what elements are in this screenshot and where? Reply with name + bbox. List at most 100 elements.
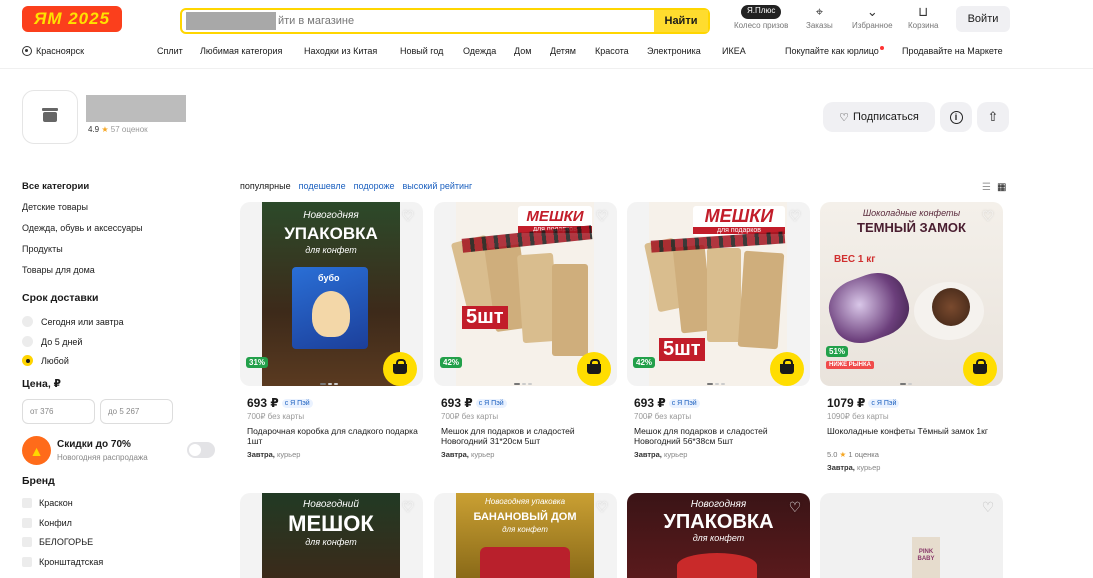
- product-title[interactable]: Подарочная коробка для сладкого подарка …: [247, 426, 425, 446]
- product-card[interactable]: Новогодняя УПАКОВКА для конфет ♡: [627, 493, 810, 578]
- favorite-heart-icon[interactable]: ♡: [593, 499, 611, 515]
- product-title[interactable]: Мешок для подарков и сладостей Новогодни…: [634, 426, 812, 446]
- grid-view-icon[interactable]: ▦: [997, 182, 1006, 193]
- product-card[interactable]: Новогодняя УПАКОВКА для конфет бубо ♡ 31…: [240, 202, 423, 462]
- product-artwork: Новогодний МЕШОК для конфет: [262, 493, 400, 578]
- brand-checkbox-kraskon[interactable]: Краскон: [22, 498, 73, 508]
- wheel-of-prizes[interactable]: Я.Плюс Колесо призов: [734, 3, 788, 30]
- delivery-method: курьер: [276, 450, 301, 459]
- nav-item-favorite-category[interactable]: Любимая категория: [200, 46, 282, 56]
- sort-pricier[interactable]: подороже: [354, 181, 395, 191]
- category-clothes[interactable]: Одежда, обувь и аксессуары: [22, 223, 143, 233]
- house-box-art: [480, 547, 570, 578]
- product-card[interactable]: МЕШКИ для подарков 5шт ♡ 42% 693 ₽с Я Пэ…: [434, 202, 617, 462]
- share-button[interactable]: ⇧: [977, 102, 1009, 132]
- basket-icon: [780, 359, 794, 374]
- favorite-heart-icon[interactable]: ♡: [786, 499, 804, 515]
- add-to-cart-button[interactable]: [577, 352, 611, 386]
- favorite-heart-icon[interactable]: ♡: [786, 208, 804, 224]
- add-to-cart-button[interactable]: [770, 352, 804, 386]
- delivery-day: Завтра,: [247, 450, 275, 459]
- info-button[interactable]: i: [940, 102, 972, 132]
- favorite-heart-icon[interactable]: ♡: [593, 208, 611, 224]
- star-icon: ★: [101, 125, 109, 134]
- delivery-option-today[interactable]: Сегодня или завтра: [22, 316, 124, 327]
- location-selector[interactable]: Красноярск: [22, 46, 84, 56]
- product-image[interactable]: МЕШКИ для подарков 5шт ♡ 42%: [627, 202, 810, 386]
- login-button[interactable]: Войти: [956, 6, 1010, 32]
- market-logo[interactable]: ЯМ 2025: [22, 6, 122, 32]
- product-card[interactable]: Новогодний МЕШОК для конфет ♡: [240, 493, 423, 578]
- product-image[interactable]: PINK BABY ♡: [820, 493, 1003, 578]
- product-card[interactable]: PINK BABY ♡: [820, 493, 1003, 578]
- product-card[interactable]: Новогодняя упаковка БАНАНОВЫЙ ДОМ для ко…: [434, 493, 617, 578]
- nav-item-ikea[interactable]: ИКЕА: [722, 46, 746, 56]
- nav-item-new-year[interactable]: Новый год: [400, 46, 443, 56]
- product-title[interactable]: Шоколадные конфеты Тёмный замок 1кг: [827, 426, 1005, 436]
- favorite-heart-icon[interactable]: ♡: [979, 499, 997, 515]
- subscribe-button[interactable]: ♡ Подписаться: [823, 102, 935, 132]
- product-image[interactable]: МЕШКИ для подарков 5шт ♡ 42%: [434, 202, 617, 386]
- shop-avatar[interactable]: [22, 90, 78, 144]
- category-kids[interactable]: Детские товары: [22, 202, 88, 212]
- delivery-info: Завтра, курьер: [441, 450, 494, 459]
- nav-item-electronics[interactable]: Электроника: [647, 46, 701, 56]
- chocolate-art: [932, 288, 970, 326]
- pager-dot: [908, 383, 912, 385]
- sale-toggle-row[interactable]: ▲ Скидки до 70% Новогодняя распродажа: [22, 436, 216, 466]
- favorite-heart-icon[interactable]: ♡: [979, 208, 997, 224]
- category-home[interactable]: Товары для дома: [22, 265, 95, 275]
- price-to-input[interactable]: до 5 267: [100, 399, 173, 424]
- orders-link[interactable]: ⌖ Заказы: [806, 3, 833, 30]
- old-price: 1090₽ без карты: [827, 412, 889, 421]
- nav-sell-link[interactable]: Продавайте на Маркете: [902, 46, 1003, 56]
- brand-checkbox-belogorye[interactable]: БЕЛОГОРЬЕ: [22, 537, 93, 547]
- product-title[interactable]: Мешок для подарков и сладостей Новогодни…: [441, 426, 619, 446]
- checkbox-icon: [22, 557, 32, 567]
- delivery-option-label: До 5 дней: [41, 336, 83, 347]
- delivery-option-5days[interactable]: До 5 дней: [22, 336, 82, 347]
- add-to-cart-button[interactable]: [383, 352, 417, 386]
- nav-item-kids[interactable]: Детям: [550, 46, 576, 56]
- nav-item-china[interactable]: Находки из Китая: [304, 46, 377, 56]
- art-text-big: PINK BABY: [917, 549, 935, 562]
- favorite-heart-icon[interactable]: ♡: [399, 499, 417, 515]
- search-button[interactable]: Найти: [654, 10, 708, 32]
- nav-business-link[interactable]: Покупайте как юрлицо: [785, 46, 884, 56]
- product-price: 693 ₽ с Я Пэй: [634, 396, 700, 410]
- product-card[interactable]: МЕШКИ для подарков 5шт ♡ 42% 693 ₽с Я Пэ…: [627, 202, 810, 462]
- sale-title: Скидки до 70%: [57, 439, 131, 450]
- favorites-link[interactable]: ⌄ Избранное: [852, 3, 893, 30]
- product-image[interactable]: Новогодняя УПАКОВКА для конфет бубо ♡ 31…: [240, 202, 423, 386]
- sort-popular[interactable]: популярные: [240, 181, 291, 191]
- favorite-heart-icon[interactable]: ♡: [399, 208, 417, 224]
- list-view-icon[interactable]: ☰: [982, 182, 991, 193]
- product-image[interactable]: Новогодняя УПАКОВКА для конфет ♡: [627, 493, 810, 578]
- add-to-cart-button[interactable]: [963, 352, 997, 386]
- nav-item-beauty[interactable]: Красота: [595, 46, 629, 56]
- brand-checkbox-kronshtadt[interactable]: Кронштадтская: [22, 557, 103, 567]
- nav-item-split[interactable]: Сплит: [157, 46, 183, 56]
- delivery-option-label: Сегодня или завтра: [41, 316, 124, 327]
- cart-link[interactable]: ⊔ Корзина: [908, 3, 938, 30]
- location-pin-icon: [22, 46, 32, 56]
- category-food[interactable]: Продукты: [22, 244, 63, 254]
- all-categories-link[interactable]: Все категории: [22, 181, 89, 192]
- product-rating: 5.0 ★ 1 оценка: [827, 450, 879, 459]
- sort-cheaper[interactable]: подешевле: [299, 181, 346, 191]
- product-image[interactable]: Новогодний МЕШОК для конфет ♡: [240, 493, 423, 578]
- delivery-method: курьер: [856, 463, 881, 472]
- sort-rating[interactable]: высокий рейтинг: [403, 181, 473, 191]
- nav-item-clothes[interactable]: Одежда: [463, 46, 496, 56]
- sale-toggle-switch[interactable]: [187, 442, 215, 458]
- product-image[interactable]: Новогодняя упаковка БАНАНОВЫЙ ДОМ для ко…: [434, 493, 617, 578]
- delivery-method: курьер: [663, 450, 688, 459]
- top-header: ЯМ 2025 Найти Я.Плюс Колесо призов ⌖ Зак…: [0, 0, 1093, 40]
- product-image[interactable]: Шоколадные конфеты ТЕМНЫЙ ЗАМОК ВЕС 1 кг…: [820, 202, 1003, 386]
- price-from-input[interactable]: от 376: [22, 399, 95, 424]
- delivery-option-any[interactable]: Любой: [22, 355, 69, 366]
- art-text-big: УПАКОВКА: [663, 511, 774, 533]
- brand-checkbox-konfil[interactable]: Конфил: [22, 518, 72, 528]
- nav-item-home[interactable]: Дом: [514, 46, 531, 56]
- product-card[interactable]: Шоколадные конфеты ТЕМНЫЙ ЗАМОК ВЕС 1 кг…: [820, 202, 1003, 474]
